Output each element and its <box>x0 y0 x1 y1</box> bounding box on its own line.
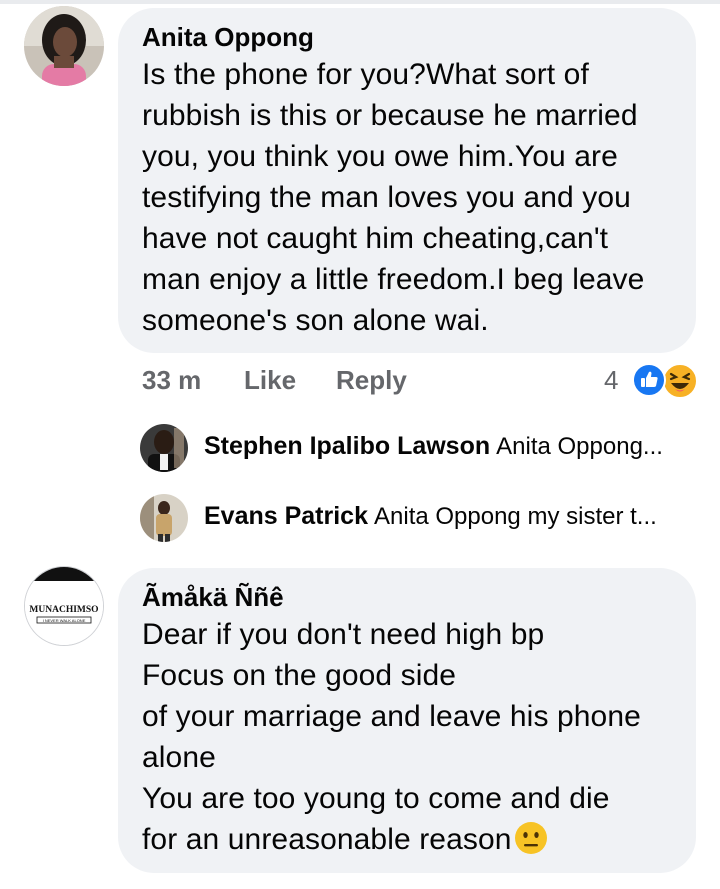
avatar-anita-oppong[interactable] <box>24 6 104 86</box>
comment-bubble: Anita Oppong Is the phone for you?What s… <box>118 8 696 353</box>
reply-preview[interactable]: Anita Oppong... <box>496 433 663 460</box>
comment-bubble: Ãmåkä Ññê Dear if you don't need high bp… <box>118 568 696 873</box>
haha-icon <box>662 363 698 399</box>
avatar-stephen-ipalibo-lawson[interactable] <box>140 424 188 472</box>
comment-body: Dear if you don't need high bp Focus on … <box>142 618 641 856</box>
avatar-logo-subtext: I NEVER WALK ALONE <box>43 618 86 623</box>
like-icon <box>632 363 666 397</box>
comment-timestamp[interactable]: 33 m <box>142 365 201 396</box>
reply-item[interactable]: Stephen Ipalibo Lawson Anita Oppong... <box>204 432 663 466</box>
avatar-evans-patrick[interactable] <box>140 494 188 542</box>
reply-author[interactable]: Evans Patrick <box>204 502 368 530</box>
like-button[interactable]: Like <box>244 365 296 396</box>
reply-button[interactable]: Reply <box>336 365 407 396</box>
reactions-summary[interactable]: 4 <box>604 363 704 399</box>
comment-author[interactable]: Anita Oppong <box>142 22 672 52</box>
reply-item[interactable]: Evans Patrick Anita Oppong my sister t... <box>204 502 657 536</box>
comment-text: Is the phone for you?What sort of rubbis… <box>142 58 645 337</box>
comment-text: Dear if you don't need high bp Focus on … <box>142 614 672 860</box>
avatar-logo-text: MUNACHIMSO <box>29 605 98 615</box>
comment-author[interactable]: Ãmåkä Ññê <box>142 582 672 612</box>
neutral-face-icon <box>514 821 548 855</box>
reply-preview[interactable]: Anita Oppong my sister t... <box>374 503 657 530</box>
reaction-count: 4 <box>604 365 619 395</box>
top-divider <box>0 0 720 4</box>
reply-author[interactable]: Stephen Ipalibo Lawson <box>204 432 490 460</box>
avatar-amaka[interactable]: MUNACHIMSO I NEVER WALK ALONE <box>24 566 104 646</box>
